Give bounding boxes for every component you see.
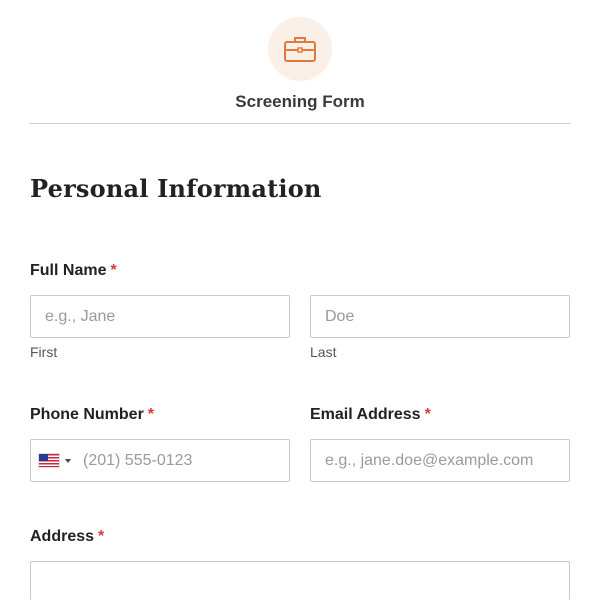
us-flag-icon bbox=[39, 454, 59, 467]
briefcase-icon-badge bbox=[268, 17, 332, 81]
last-name-sublabel: Last bbox=[310, 344, 337, 360]
phone-number-input[interactable] bbox=[77, 450, 292, 471]
required-asterisk: * bbox=[110, 262, 117, 279]
first-name-input[interactable] bbox=[30, 295, 290, 338]
address-input[interactable] bbox=[30, 561, 570, 600]
first-name-sublabel: First bbox=[30, 344, 58, 360]
form-title: Screening Form bbox=[235, 92, 365, 111]
email-address-input[interactable] bbox=[310, 439, 570, 482]
address-label-text: Address bbox=[30, 528, 95, 545]
last-name-input[interactable] bbox=[310, 295, 570, 338]
phone-number-label: Phone Number * bbox=[30, 406, 154, 424]
full-name-label: Full Name * bbox=[30, 262, 117, 280]
briefcase-icon bbox=[284, 37, 316, 62]
section-title: Personal Information bbox=[30, 174, 322, 203]
required-asterisk: * bbox=[147, 406, 155, 423]
required-asterisk: * bbox=[424, 406, 431, 423]
country-code-select[interactable] bbox=[31, 440, 77, 481]
screening-form-page: Screening Form Personal Information Full… bbox=[0, 0, 600, 600]
full-name-label-text: Full Name bbox=[30, 262, 107, 279]
email-address-label-text: Email Address bbox=[310, 406, 421, 423]
chevron-down-icon bbox=[65, 458, 71, 463]
required-asterisk: * bbox=[98, 528, 105, 545]
header-divider bbox=[30, 123, 570, 124]
email-address-label: Email Address * bbox=[310, 406, 431, 424]
address-label: Address * bbox=[30, 528, 104, 546]
phone-number-field bbox=[30, 439, 292, 482]
phone-number-label-text: Phone Number bbox=[30, 406, 144, 423]
